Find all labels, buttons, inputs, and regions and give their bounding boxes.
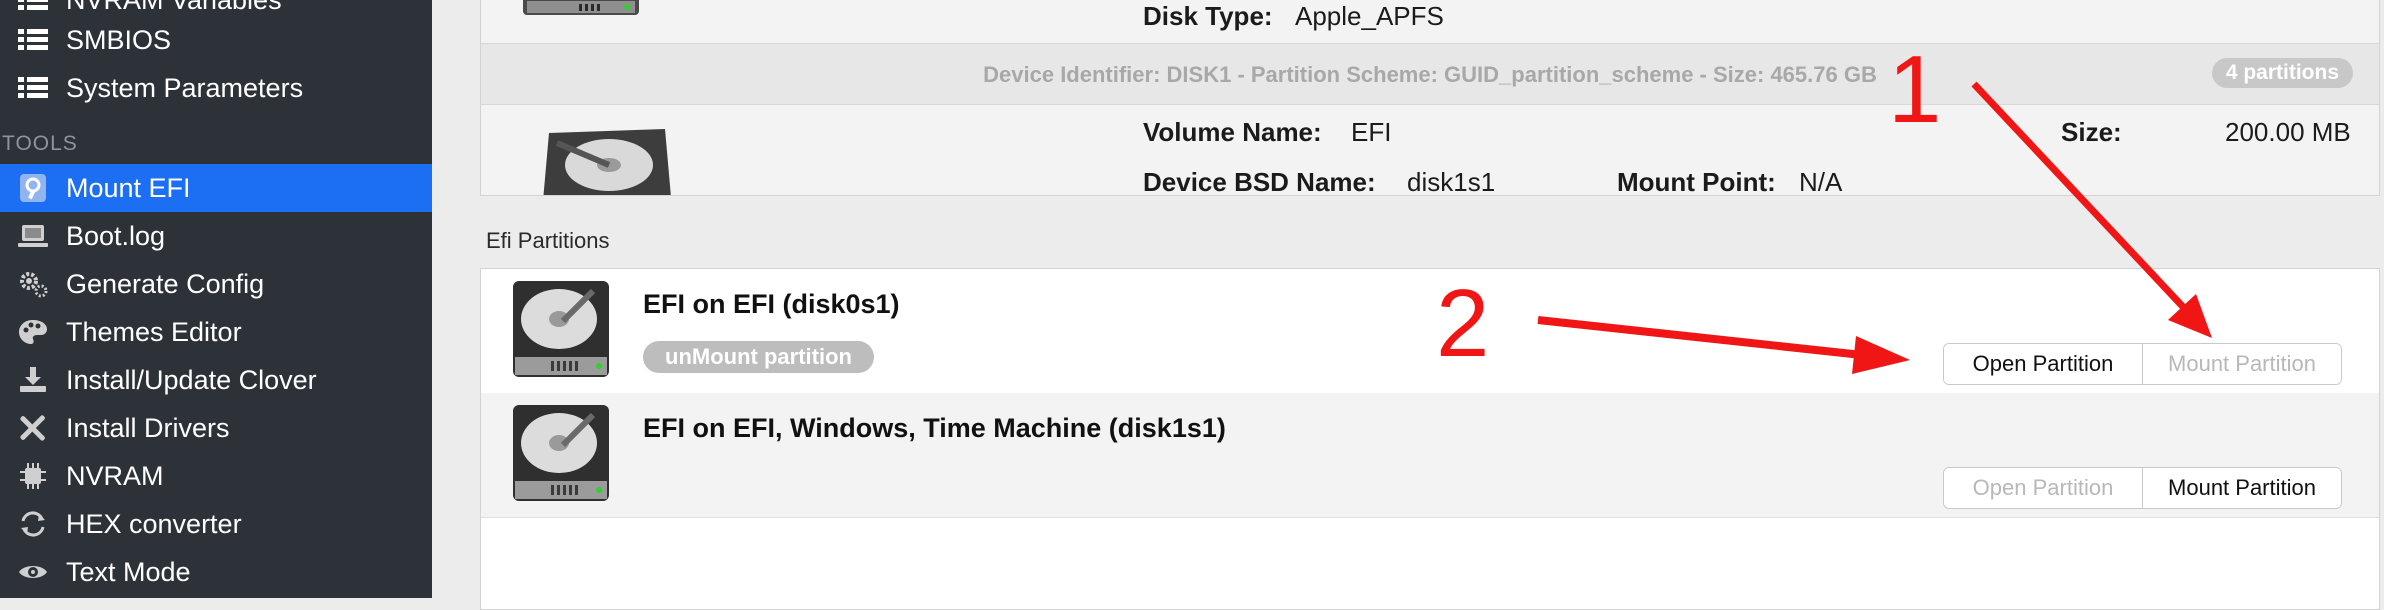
sidebar-item-label: Install Drivers: [66, 413, 230, 443]
partition-name: EFI on EFI, Windows, Time Machine (disk1…: [643, 413, 1226, 443]
partition-actions: Open Partition Mount Partition: [1943, 467, 2342, 509]
bsd-name-value: disk1s1: [1407, 167, 1496, 196]
size-value: 200.00 MB: [2225, 117, 2351, 147]
tools-icon: [18, 414, 48, 442]
size-label: Size:: [2061, 117, 2122, 147]
mount-point-label: Mount Point:: [1617, 167, 1776, 196]
bsd-name-label: Device BSD Name:: [1143, 167, 1376, 196]
mount-partition-button[interactable]: Mount Partition: [2143, 344, 2341, 384]
disk-info-panel: Disk Type: Apple_APFS Device Identifier:…: [480, 0, 2380, 196]
hard-drive-icon: [513, 405, 609, 501]
partition-name: EFI on EFI (disk0s1): [643, 289, 900, 319]
mount-point-value: N/A: [1799, 167, 1843, 196]
sidebar-item-label: Boot.log: [66, 221, 166, 251]
volume-name-label: Volume Name:: [1143, 117, 1322, 147]
sidebar-item-label: Install/Update Clover: [66, 365, 317, 395]
unmount-partition-badge[interactable]: unMount partition: [643, 341, 874, 373]
list-icon: [18, 0, 48, 14]
sidebar-item-smbios[interactable]: SMBIOS: [0, 16, 432, 64]
volume-name-value: EFI: [1351, 117, 1392, 147]
partition-actions: Open Partition Mount Partition: [1943, 343, 2342, 385]
sidebar-item-text-mode[interactable]: Text Mode: [0, 548, 432, 596]
gears-icon: [18, 270, 48, 298]
mount-partition-button[interactable]: Mount Partition: [2143, 468, 2341, 508]
open-partition-button[interactable]: Open Partition: [1944, 344, 2143, 384]
hard-drive-icon: [543, 129, 671, 195]
sidebar-item-install-update-clover[interactable]: Install/Update Clover: [0, 356, 432, 404]
efi-partitions-list: EFI on EFI (disk0s1) unMount partition O…: [480, 268, 2380, 610]
sidebar-item-generate-config[interactable]: Generate Config: [0, 260, 432, 308]
sidebar-item-label: SMBIOS: [66, 25, 172, 55]
partitions-count-badge: 4 partitions: [2211, 58, 2353, 88]
eye-icon: [18, 558, 48, 586]
sidebar-item-mount-efi[interactable]: Mount EFI: [0, 164, 432, 212]
sidebar-item-boot-log[interactable]: Boot.log: [0, 212, 432, 260]
refresh-icon: [18, 510, 48, 538]
sidebar-item-hex-converter[interactable]: HEX converter: [0, 500, 432, 548]
sidebar: NVRAM Variables SMBIOS System Parameters…: [0, 0, 432, 598]
disk-type-value: Apple_APFS: [1295, 1, 1444, 31]
sidebar-item-install-drivers[interactable]: Install Drivers: [0, 404, 432, 452]
sidebar-item-label: Generate Config: [66, 269, 265, 299]
sidebar-item-nvram[interactable]: NVRAM: [0, 452, 432, 500]
sidebar-item-themes-editor[interactable]: Themes Editor: [0, 308, 432, 356]
sidebar-item-label: HEX converter: [66, 509, 242, 539]
sidebar-item-label: Mount EFI: [66, 173, 191, 203]
chip-icon: [18, 462, 48, 490]
list-icon: [18, 26, 48, 54]
sidebar-item-label: System Parameters: [66, 73, 304, 103]
sidebar-item-system-parameters[interactable]: System Parameters: [0, 64, 432, 112]
sidebar-item-label: Text Mode: [66, 557, 191, 587]
main-content: Disk Type: Apple_APFS Device Identifier:…: [432, 0, 2384, 610]
laptop-icon: [18, 222, 48, 250]
efi-partitions-title: Efi Partitions: [486, 228, 610, 253]
hard-drive-icon: [523, 0, 639, 15]
device-identifier: Device Identifier: DISK1 - Partition Sch…: [983, 62, 1877, 87]
efi-partition-row[interactable]: EFI on EFI (disk0s1) unMount partition O…: [481, 269, 2379, 394]
sidebar-section-tools: TOOLS: [2, 132, 78, 155]
sidebar-item-label: Themes Editor: [66, 317, 242, 347]
device-identifier-row: Device Identifier: DISK1 - Partition Sch…: [481, 43, 2379, 105]
download-icon: [18, 366, 48, 394]
mount-efi-icon: [18, 174, 48, 202]
efi-partition-row[interactable]: EFI on EFI, Windows, Time Machine (disk1…: [481, 393, 2379, 518]
disk-type-label: Disk Type:: [1143, 1, 1273, 31]
palette-icon: [18, 318, 48, 346]
open-partition-button[interactable]: Open Partition: [1944, 468, 2143, 508]
sidebar-item-label: NVRAM: [66, 461, 164, 491]
list-icon: [18, 74, 48, 102]
hard-drive-icon: [513, 281, 609, 377]
